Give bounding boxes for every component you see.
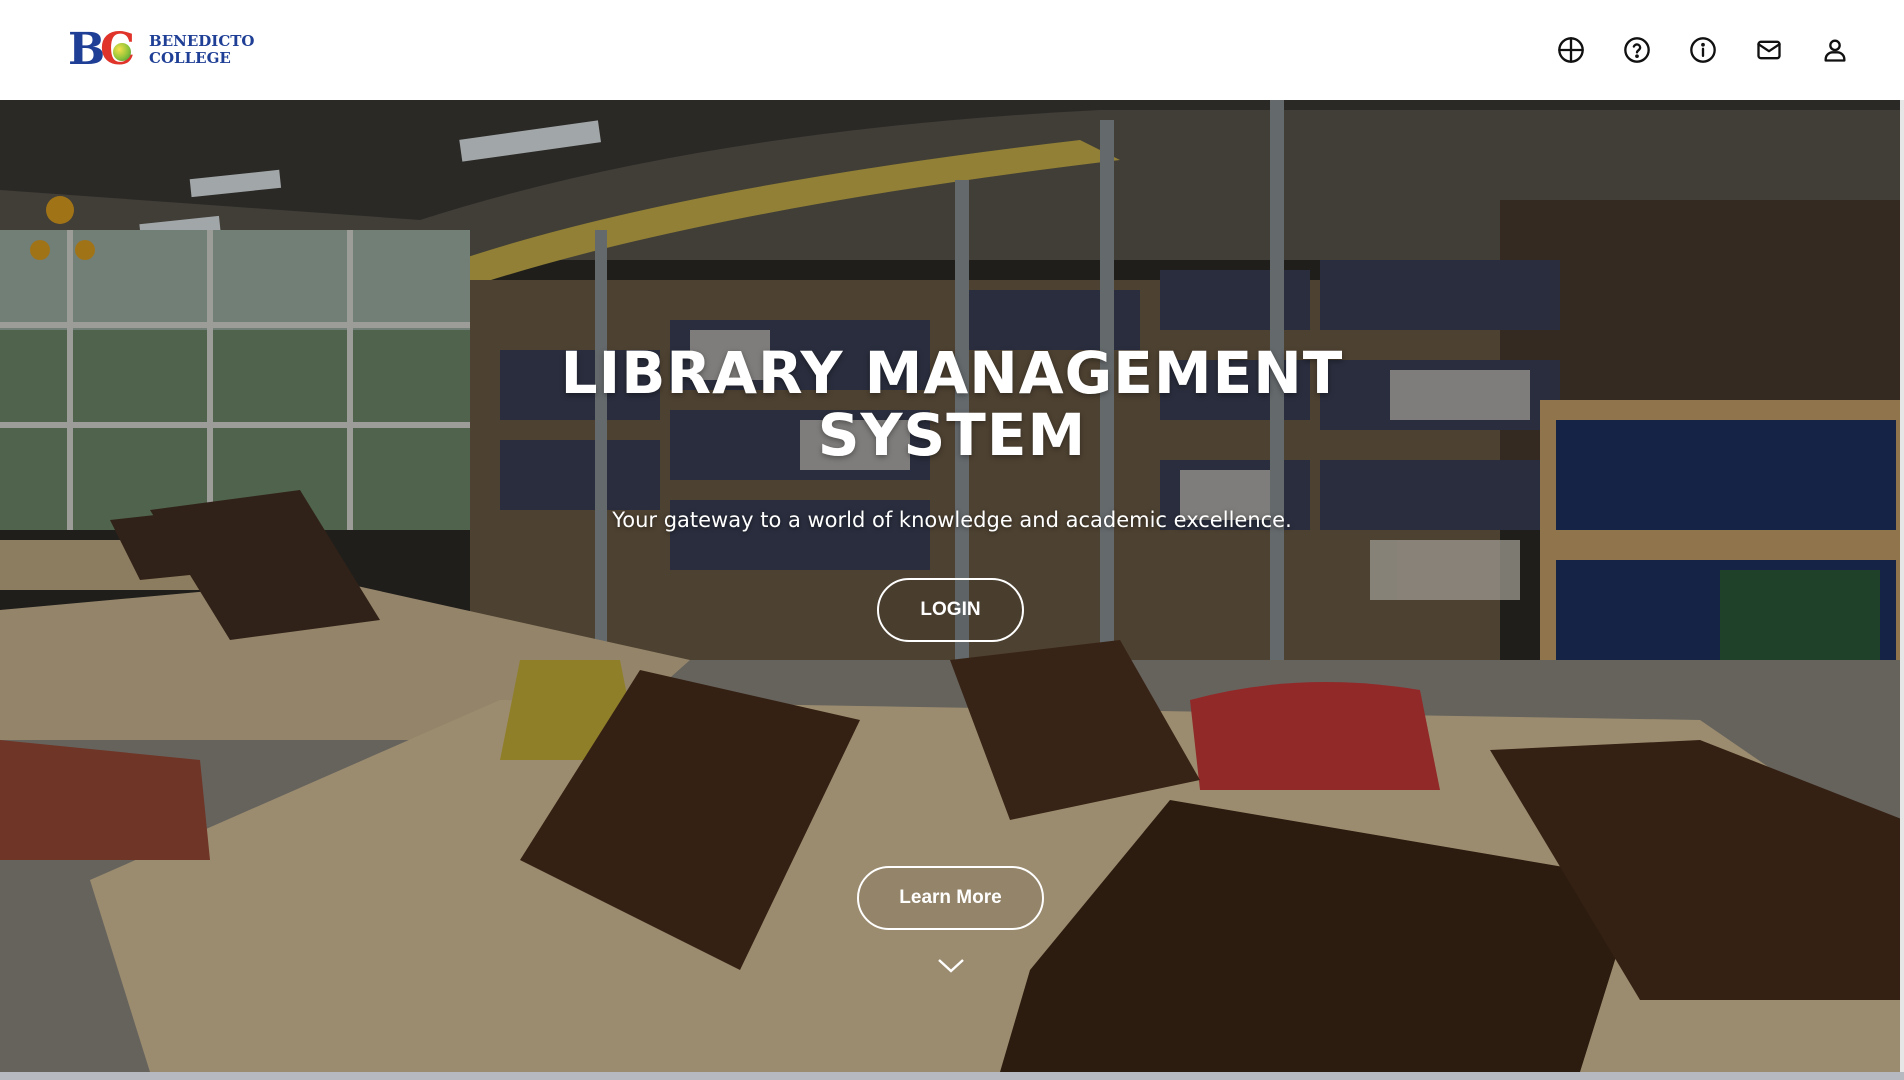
- hero-content: LIBRARY MANAGEMENT SYSTEM Your gateway t…: [0, 100, 1904, 1072]
- header-actions: [1557, 36, 1849, 64]
- top-navbar: BC Benedicto College: [0, 0, 1904, 100]
- globe-icon[interactable]: [1557, 36, 1585, 64]
- logo-mark: BC: [68, 28, 135, 72]
- logo-text: Benedicto College: [135, 33, 254, 67]
- hero-subtitle: Your gateway to a world of knowledge and…: [612, 508, 1292, 532]
- login-button[interactable]: LOGIN: [877, 578, 1024, 642]
- info-icon[interactable]: [1689, 36, 1717, 64]
- user-icon[interactable]: [1821, 36, 1849, 64]
- learn-more-button[interactable]: Learn More: [857, 866, 1044, 930]
- page-scrollbar[interactable]: [1900, 100, 1904, 1072]
- help-icon[interactable]: [1623, 36, 1651, 64]
- mail-icon[interactable]: [1755, 36, 1783, 64]
- page-title: LIBRARY MANAGEMENT SYSTEM: [560, 339, 1344, 469]
- chevron-down-icon[interactable]: [934, 954, 968, 978]
- college-logo[interactable]: BC Benedicto College: [68, 28, 255, 72]
- next-section-edge: [0, 1072, 1904, 1080]
- logo-line-2: College: [149, 49, 231, 67]
- logo-line-1: Benedicto: [149, 32, 255, 50]
- hero-section: LIBRARY MANAGEMENT SYSTEM Your gateway t…: [0, 100, 1904, 1072]
